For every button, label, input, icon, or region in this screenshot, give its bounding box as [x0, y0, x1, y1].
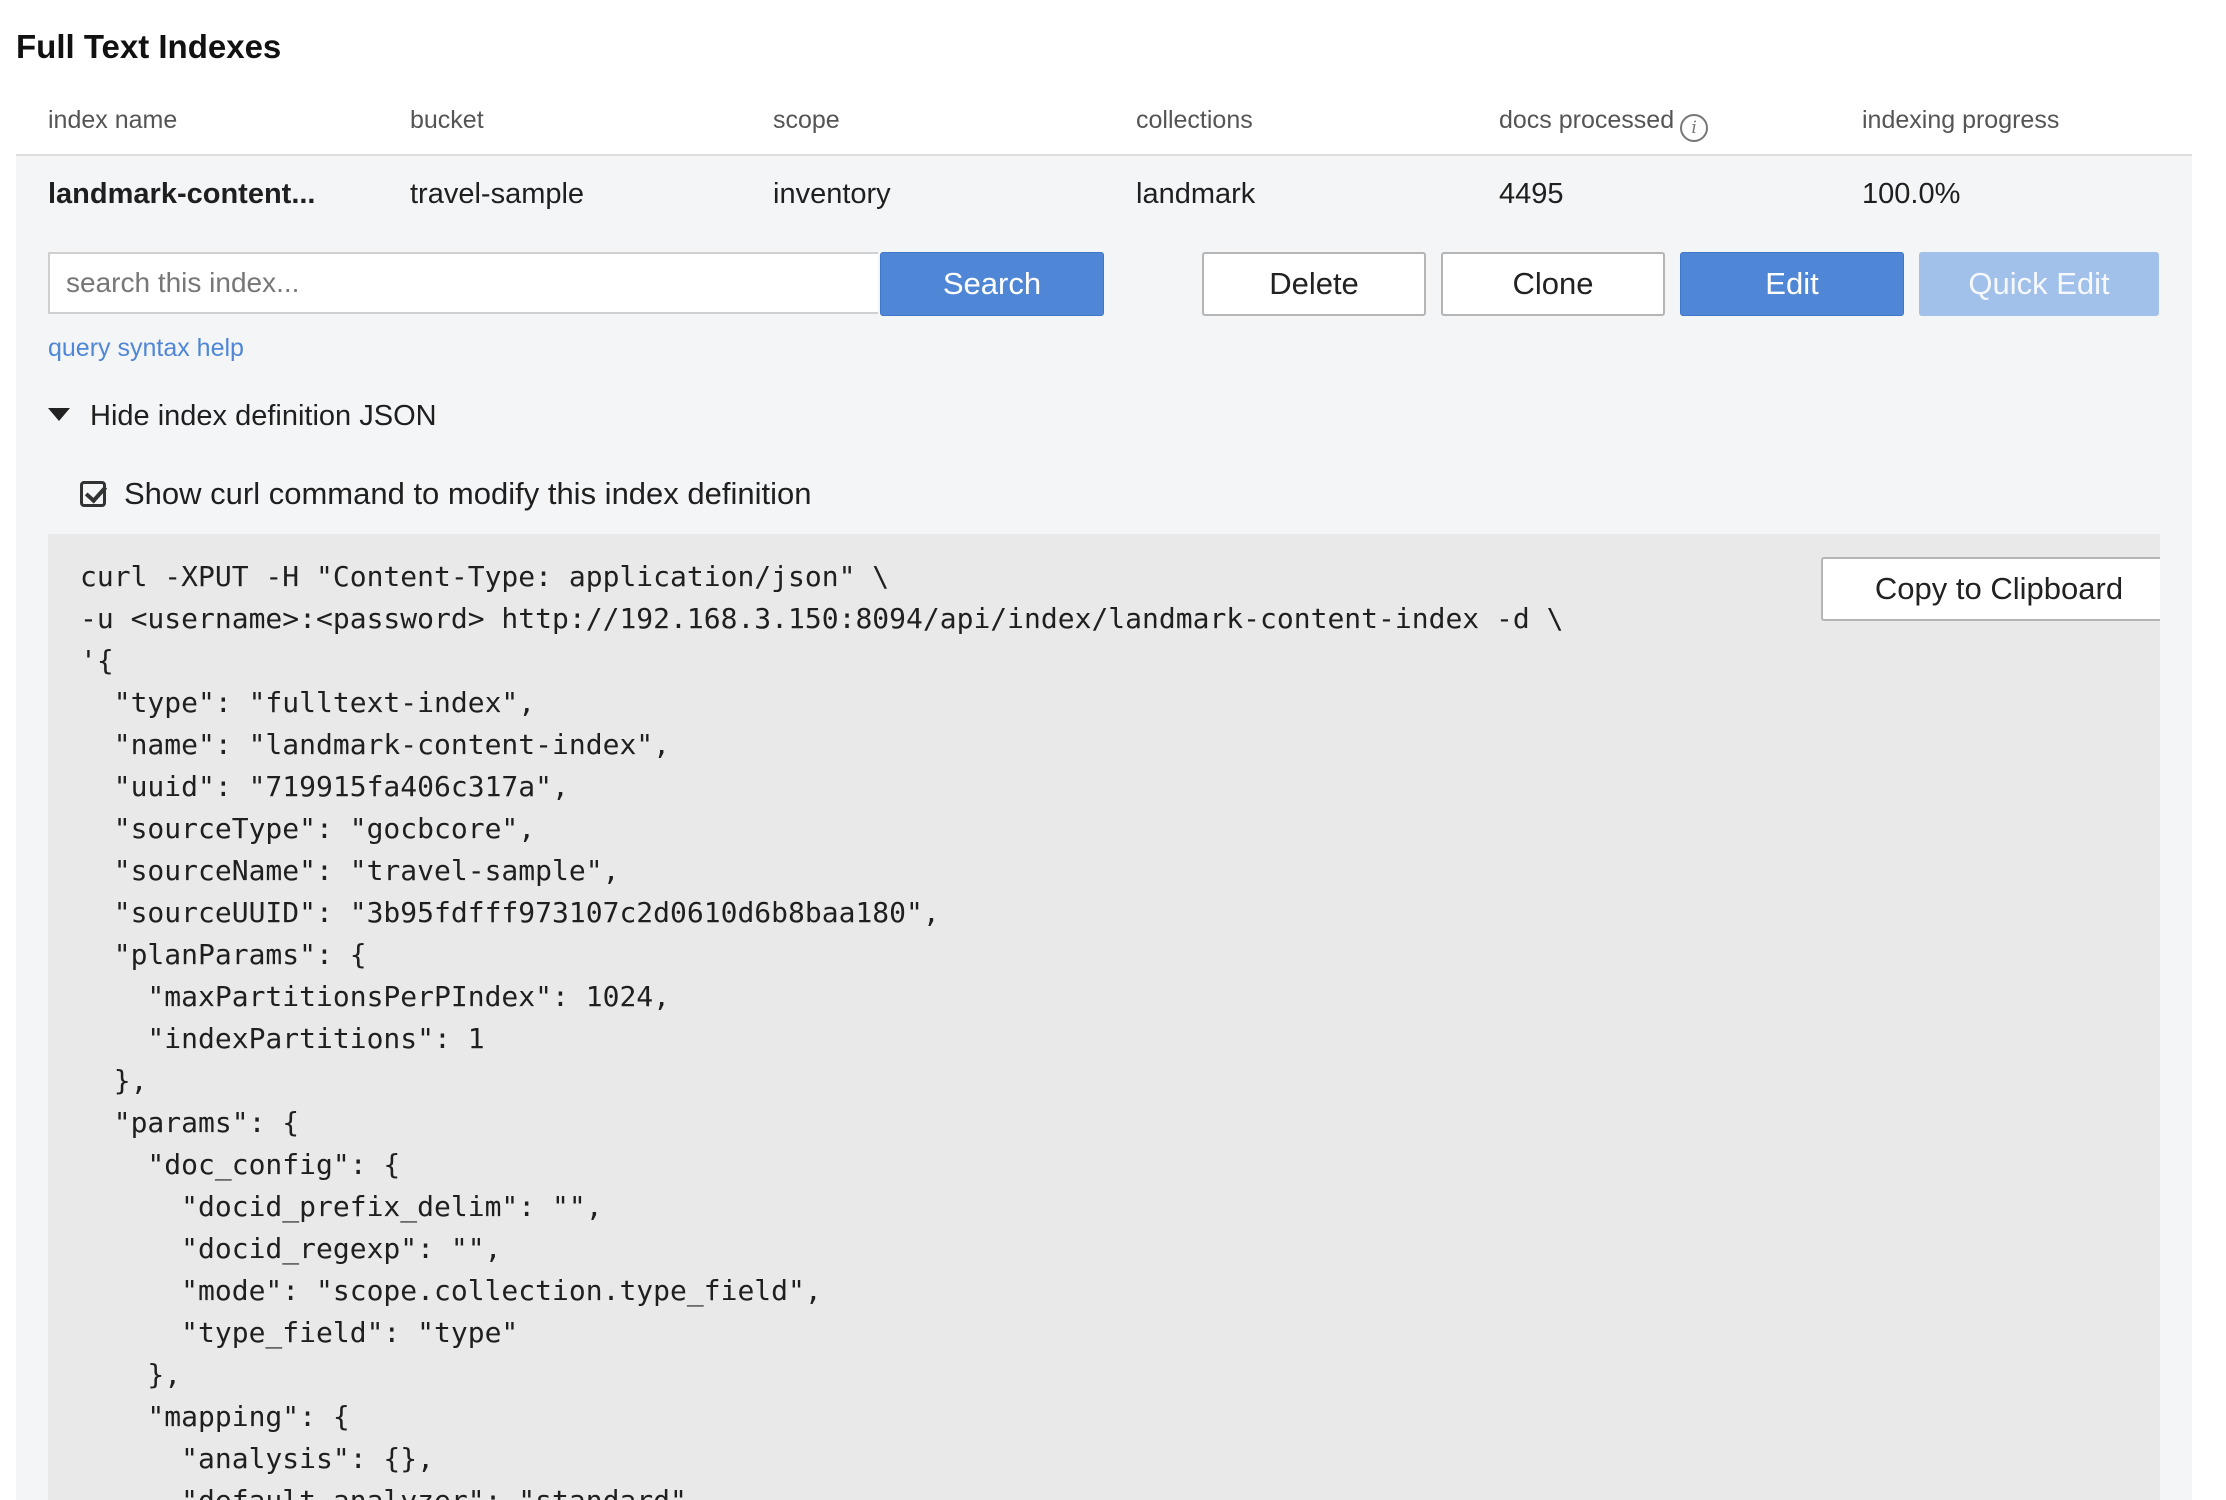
cell-bucket: travel-sample [410, 178, 585, 210]
column-header-bucket[interactable]: bucket [410, 106, 484, 135]
show-curl-checkbox[interactable]: Show curl command to modify this index d… [80, 476, 812, 512]
column-header-docs-processed: docs processed i [1499, 106, 1709, 142]
edit-button[interactable]: Edit [1680, 252, 1904, 316]
query-syntax-help-link[interactable]: query syntax help [48, 334, 244, 363]
clone-button[interactable]: Clone [1441, 252, 1665, 316]
index-detail-panel: landmark-content... travel-sample invent… [16, 156, 2192, 1500]
cell-docs-processed: 4495 [1499, 178, 1564, 210]
info-icon[interactable]: i [1680, 114, 1709, 142]
search-input[interactable] [48, 252, 878, 314]
docs-processed-label: docs processed [1499, 106, 1675, 134]
curl-code: curl -XPUT -H "Content-Type: application… [80, 560, 1564, 1500]
curl-code-block: curl -XPUT -H "Content-Type: application… [48, 534, 2160, 1500]
table-header: index name bucket scope collections docs… [16, 98, 2192, 156]
column-header-index-name[interactable]: index name [48, 106, 177, 135]
delete-button[interactable]: Delete [1202, 252, 1426, 316]
show-curl-label: Show curl command to modify this index d… [124, 476, 812, 511]
hide-json-label: Hide index definition JSON [90, 400, 437, 432]
cell-scope: inventory [773, 178, 891, 210]
cell-index-name: landmark-content... [48, 178, 316, 210]
copy-to-clipboard-button[interactable]: Copy to Clipboard [1821, 557, 2160, 621]
checkbox-checked-icon[interactable] [80, 481, 106, 507]
search-button[interactable]: Search [880, 252, 1104, 316]
cell-indexing-progress: 100.0% [1862, 178, 1961, 210]
caret-down-icon [48, 408, 70, 421]
column-header-indexing-progress: indexing progress [1862, 106, 2060, 134]
page-title: Full Text Indexes [16, 28, 282, 65]
column-header-scope[interactable]: scope [773, 106, 840, 135]
cell-collections: landmark [1136, 178, 1256, 210]
column-header-collections[interactable]: collections [1136, 106, 1253, 135]
hide-json-toggle[interactable]: Hide index definition JSON [48, 400, 437, 433]
quick-edit-button[interactable]: Quick Edit [1919, 252, 2159, 316]
table-row[interactable]: landmark-content... travel-sample invent… [16, 156, 2192, 236]
